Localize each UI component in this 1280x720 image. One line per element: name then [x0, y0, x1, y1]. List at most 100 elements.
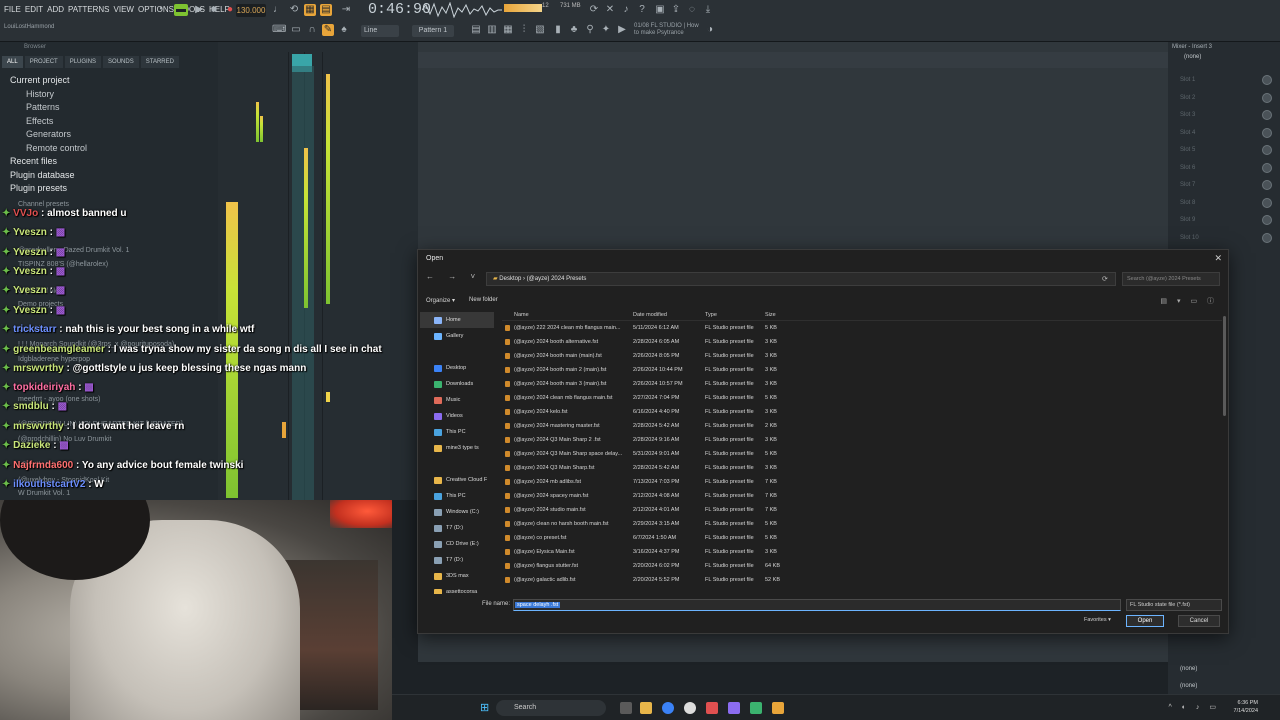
menu-edit[interactable]: EDIT [25, 5, 43, 14]
browser-tree-item[interactable]: Current project [0, 74, 218, 88]
mixer-slot[interactable]: Slot 3 [1180, 112, 1195, 118]
record-mode-icon[interactable]: ◔ [154, 4, 166, 16]
file-row[interactable]: (@ayze) 2024 Q3 Main Sharp 2 .fst 2/28/20… [502, 433, 1222, 447]
file-explorer-icon[interactable] [640, 702, 652, 714]
mixer-slot[interactable]: Slot 1 [1180, 77, 1195, 83]
chat-username[interactable]: trickstarr [13, 324, 56, 335]
nav-item-t7-d-[interactable]: T7 (D:) [420, 520, 494, 536]
browser-tree-item[interactable]: Generators [0, 128, 218, 142]
file-row[interactable]: (@ayze) 2024 booth main 3 (main).fst 2/26… [502, 377, 1222, 391]
menu-add[interactable]: ADD [47, 5, 64, 14]
chat-username[interactable]: smdblu [13, 401, 49, 412]
nav-item-t7-d-[interactable]: T7 (D:) [420, 552, 494, 568]
magnet-icon[interactable]: ∩ [306, 24, 318, 36]
mixer-slot[interactable]: Slot 4 [1180, 130, 1195, 136]
media-player-icon[interactable] [684, 702, 696, 714]
browser-tab-project[interactable]: PROJECT [24, 56, 63, 68]
countdown-icon[interactable]: ⇥ [340, 4, 352, 16]
task-view-icon[interactable] [620, 702, 632, 714]
chat-username[interactable]: Yveszn [13, 305, 47, 316]
stop-icon[interactable]: ■ [208, 4, 220, 16]
file-row[interactable]: (@ayze) 2024 kelo.fst 6/16/2024 4:40 PM FL… [502, 405, 1222, 419]
address-bar[interactable]: ▰ Desktop › (@ayze) 2024 Presets [486, 272, 1116, 286]
chat-username[interactable]: VVJo [13, 208, 38, 219]
send-slot[interactable]: (none) [1180, 666, 1197, 672]
nav-item-desktop[interactable]: Desktop [420, 360, 494, 376]
browser-tree-item[interactable]: Remote control [0, 142, 218, 156]
chat-username[interactable]: Najfrmda600 [13, 460, 73, 471]
cancel-button[interactable]: Cancel [1178, 615, 1220, 627]
nav-item-downloads[interactable]: Downloads [420, 376, 494, 392]
chat-username[interactable]: ilkouthstcartV2 [13, 479, 85, 490]
close-icon[interactable]: ✕ [1214, 253, 1222, 264]
nav-item-videos[interactable]: Videos [420, 408, 494, 424]
chat-icon[interactable]: ◌ [686, 4, 698, 16]
chat-username[interactable]: Yveszn [13, 285, 47, 296]
file-row[interactable]: (@ayze) clean no harsh booth main.fst 2/2… [502, 517, 1222, 531]
app-icon[interactable] [750, 702, 762, 714]
new-folder-button[interactable]: New folder [469, 297, 498, 304]
file-row[interactable]: (@ayze) 2024 mastering master.fst 2/28/20… [502, 419, 1222, 433]
help-icon[interactable]: ? [636, 4, 648, 16]
file-row[interactable]: (@ayze) co preset.fst 6/7/2024 1:50 AM FL … [502, 531, 1222, 545]
chat-username[interactable]: mrswvrthy [13, 421, 64, 432]
mix-knob-icon[interactable] [1262, 197, 1272, 208]
browser-tree-item[interactable]: Recent files [0, 155, 218, 169]
column-header-type[interactable]: Type [705, 309, 765, 320]
mic-icon[interactable]: ♪ [620, 4, 632, 16]
browser-tab-starred[interactable]: STARRED [140, 56, 179, 68]
touch-keyboard-icon[interactable]: ⚲ [584, 24, 596, 36]
mixer-slot[interactable]: Slot 10 [1180, 235, 1199, 241]
mix-knob-icon[interactable] [1262, 127, 1272, 138]
plugin-db-icon[interactable]: ♣ [568, 24, 580, 36]
app-icon[interactable] [706, 702, 718, 714]
blend-notes-icon[interactable]: ▤ [320, 4, 332, 16]
browser-tree-item[interactable]: Plugin presets [0, 182, 218, 196]
undo-icon[interactable]: ⟳ [588, 4, 600, 16]
browser-tab-all[interactable]: ALL [2, 56, 23, 68]
mixer-slot[interactable]: Slot 8 [1180, 200, 1195, 206]
file-row[interactable]: (@ayze) flangus stutter.fst 2/20/2024 6:0… [502, 559, 1222, 573]
browser-tree-item[interactable]: History [0, 88, 218, 102]
mixer-slot[interactable]: Slot 9 [1180, 217, 1195, 223]
favorites-dropdown[interactable]: Favorites ▾ [1084, 617, 1111, 623]
discord-icon[interactable] [728, 702, 740, 714]
piano-roll-icon[interactable]: ▥ [486, 24, 498, 36]
browser-tab-sounds[interactable]: SOUNDS [103, 56, 139, 68]
column-header-date-modified[interactable]: Date modified [633, 309, 705, 320]
draw-tool-icon[interactable]: ✎ [322, 24, 334, 36]
save-icon[interactable]: ▣ [654, 4, 666, 16]
timeline-ruler[interactable] [418, 52, 1168, 68]
system-tray-icons[interactable]: ^ ◐ ♪ ▭ [1169, 703, 1220, 711]
paint-tool-icon[interactable]: ♠ [338, 24, 350, 36]
nav-item-assettocorsa[interactable]: assettocorsa [420, 584, 494, 594]
file-row[interactable]: (@ayze) 2024 booth main 2 (main).fst 2/26… [502, 363, 1222, 377]
loop-record-icon[interactable]: ⟲ [288, 4, 300, 16]
mix-knob-icon[interactable] [1262, 145, 1272, 155]
mix-knob-icon[interactable] [1262, 92, 1272, 103]
menu-patterns[interactable]: PATTERNS [68, 5, 109, 14]
view-options-icon[interactable]: ▤ ▾ ▭ ⓘ [1160, 296, 1218, 306]
file-row[interactable]: (@ayze) galactic adlib.fst 2/20/2024 5:52… [502, 573, 1222, 587]
tempo-display[interactable]: 130.000 [236, 4, 266, 17]
browser-tree-item[interactable]: Patterns [0, 101, 218, 115]
chat-username[interactable]: Yveszn [13, 266, 47, 277]
browser-tree-item[interactable]: Plugin database [0, 169, 218, 183]
nav-item-creative-cloud-f[interactable]: Creative Cloud F [420, 472, 494, 488]
download-icon[interactable]: ⤓ [702, 4, 714, 16]
nav-item-this-pc[interactable]: This PC [420, 424, 494, 440]
file-row[interactable]: (@ayze) 2024 studio main.fst 2/12/2024 4:… [502, 503, 1222, 517]
send-slot[interactable]: (none) [1180, 683, 1197, 689]
mixer-slot[interactable]: Slot 2 [1180, 95, 1195, 101]
play-icon[interactable]: ▶ [193, 4, 205, 16]
browser-tree-item[interactable]: Effects [0, 115, 218, 129]
nav-item-this-pc[interactable]: This PC [420, 488, 494, 504]
news-icon[interactable]: ◑ [704, 24, 716, 36]
column-header-name[interactable]: Name [502, 309, 633, 320]
file-row[interactable]: (@ayze) 2024 spacey main.fst 2/12/2024 4:… [502, 489, 1222, 503]
mix-knob-icon[interactable] [1262, 180, 1272, 190]
mixer-slot[interactable]: Slot 6 [1180, 165, 1195, 171]
mixer-preset[interactable]: (none) [1168, 52, 1280, 62]
metronome-icon[interactable]: ♩ [272, 4, 284, 16]
mix-knob-icon[interactable] [1262, 162, 1272, 173]
